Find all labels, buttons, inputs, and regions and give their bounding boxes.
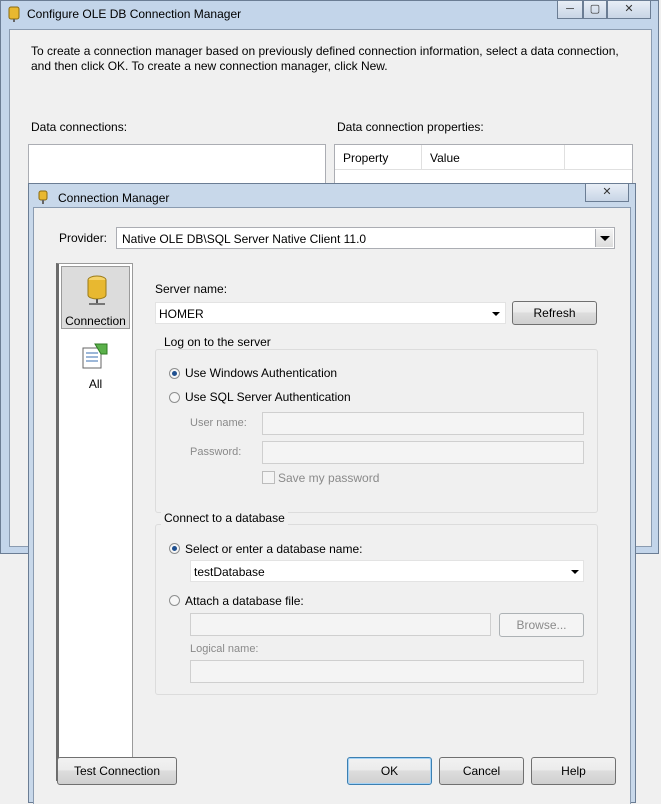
help-button[interactable]: Help: [531, 757, 616, 785]
sql-auth-radio[interactable]: [169, 392, 180, 403]
password-label: Password:: [190, 446, 242, 458]
provider-select[interactable]: Native OLE DB\SQL Server Native Client 1…: [116, 227, 615, 249]
dialog-title: Connection Manager: [58, 191, 170, 205]
database-group-title: Connect to a database: [161, 511, 288, 525]
nav-item-all[interactable]: All: [61, 336, 130, 394]
attach-db-label[interactable]: Attach a database file:: [185, 594, 304, 608]
nav-item-label: Connection: [65, 314, 126, 328]
connection-manager-dialog: Connection Manager ✕ Provider: Native OL…: [28, 183, 636, 804]
column-divider: [564, 145, 565, 169]
minimize-button[interactable]: ─: [557, 1, 583, 19]
column-divider: [421, 145, 422, 169]
user-name-label: User name:: [190, 417, 247, 429]
connection-manager-icon: [38, 190, 48, 204]
server-name-combobox[interactable]: HOMER: [155, 302, 506, 324]
select-db-radio[interactable]: [169, 543, 180, 554]
logon-group-title: Log on to the server: [161, 335, 274, 349]
user-name-input[interactable]: [262, 412, 584, 435]
properties-header: Property Value: [335, 145, 632, 170]
attach-file-input[interactable]: [190, 613, 491, 636]
logical-name-label: Logical name:: [190, 643, 259, 655]
column-header-property[interactable]: Property: [343, 151, 388, 165]
chevron-down-icon[interactable]: [492, 312, 500, 316]
windows-auth-radio[interactable]: [169, 368, 180, 379]
save-password-label[interactable]: Save my password: [278, 471, 379, 485]
maximize-button[interactable]: ▢: [583, 1, 607, 19]
sql-auth-label[interactable]: Use SQL Server Authentication: [185, 390, 351, 404]
connection-manager-icon: [8, 6, 20, 22]
properties-label: Data connection properties:: [337, 120, 484, 134]
windows-auth-label[interactable]: Use Windows Authentication: [185, 366, 337, 380]
password-input[interactable]: [262, 441, 584, 464]
logical-name-input[interactable]: [190, 660, 584, 683]
server-name-label: Server name:: [155, 282, 228, 296]
provider-dropdown-button[interactable]: [595, 229, 613, 247]
save-password-checkbox[interactable]: [262, 471, 275, 484]
attach-db-radio[interactable]: [169, 595, 180, 606]
nav-item-connection[interactable]: Connection: [61, 266, 130, 329]
nav-pane: Connection All: [56, 263, 133, 781]
all-properties-icon: [82, 343, 108, 369]
database-icon: [87, 275, 107, 305]
cancel-button[interactable]: Cancel: [439, 757, 524, 785]
provider-label: Provider:: [59, 231, 108, 245]
database-name-value: testDatabase: [194, 565, 265, 579]
select-db-label[interactable]: Select or enter a database name:: [185, 542, 362, 556]
server-name-value: HOMER: [159, 307, 204, 321]
browse-button[interactable]: Browse...: [499, 613, 584, 637]
chevron-down-icon: [600, 236, 610, 241]
window-title: Configure OLE DB Connection Manager: [27, 7, 242, 21]
close-button[interactable]: ✕: [607, 1, 651, 19]
database-name-combobox[interactable]: testDatabase: [190, 560, 584, 582]
data-connections-label: Data connections:: [31, 120, 128, 134]
test-connection-button[interactable]: Test Connection: [57, 757, 177, 785]
close-button[interactable]: ✕: [585, 184, 629, 202]
column-header-value[interactable]: Value: [430, 151, 460, 165]
chevron-down-icon[interactable]: [571, 570, 579, 574]
nav-item-label: All: [88, 377, 103, 391]
provider-value: Native OLE DB\SQL Server Native Client 1…: [122, 232, 367, 246]
refresh-button[interactable]: Refresh: [512, 301, 597, 325]
ok-button[interactable]: OK: [347, 757, 432, 785]
dialog-client-area: Provider: Native OLE DB\SQL Server Nativ…: [33, 207, 631, 804]
intro-text: To create a connection manager based on …: [31, 44, 619, 73]
